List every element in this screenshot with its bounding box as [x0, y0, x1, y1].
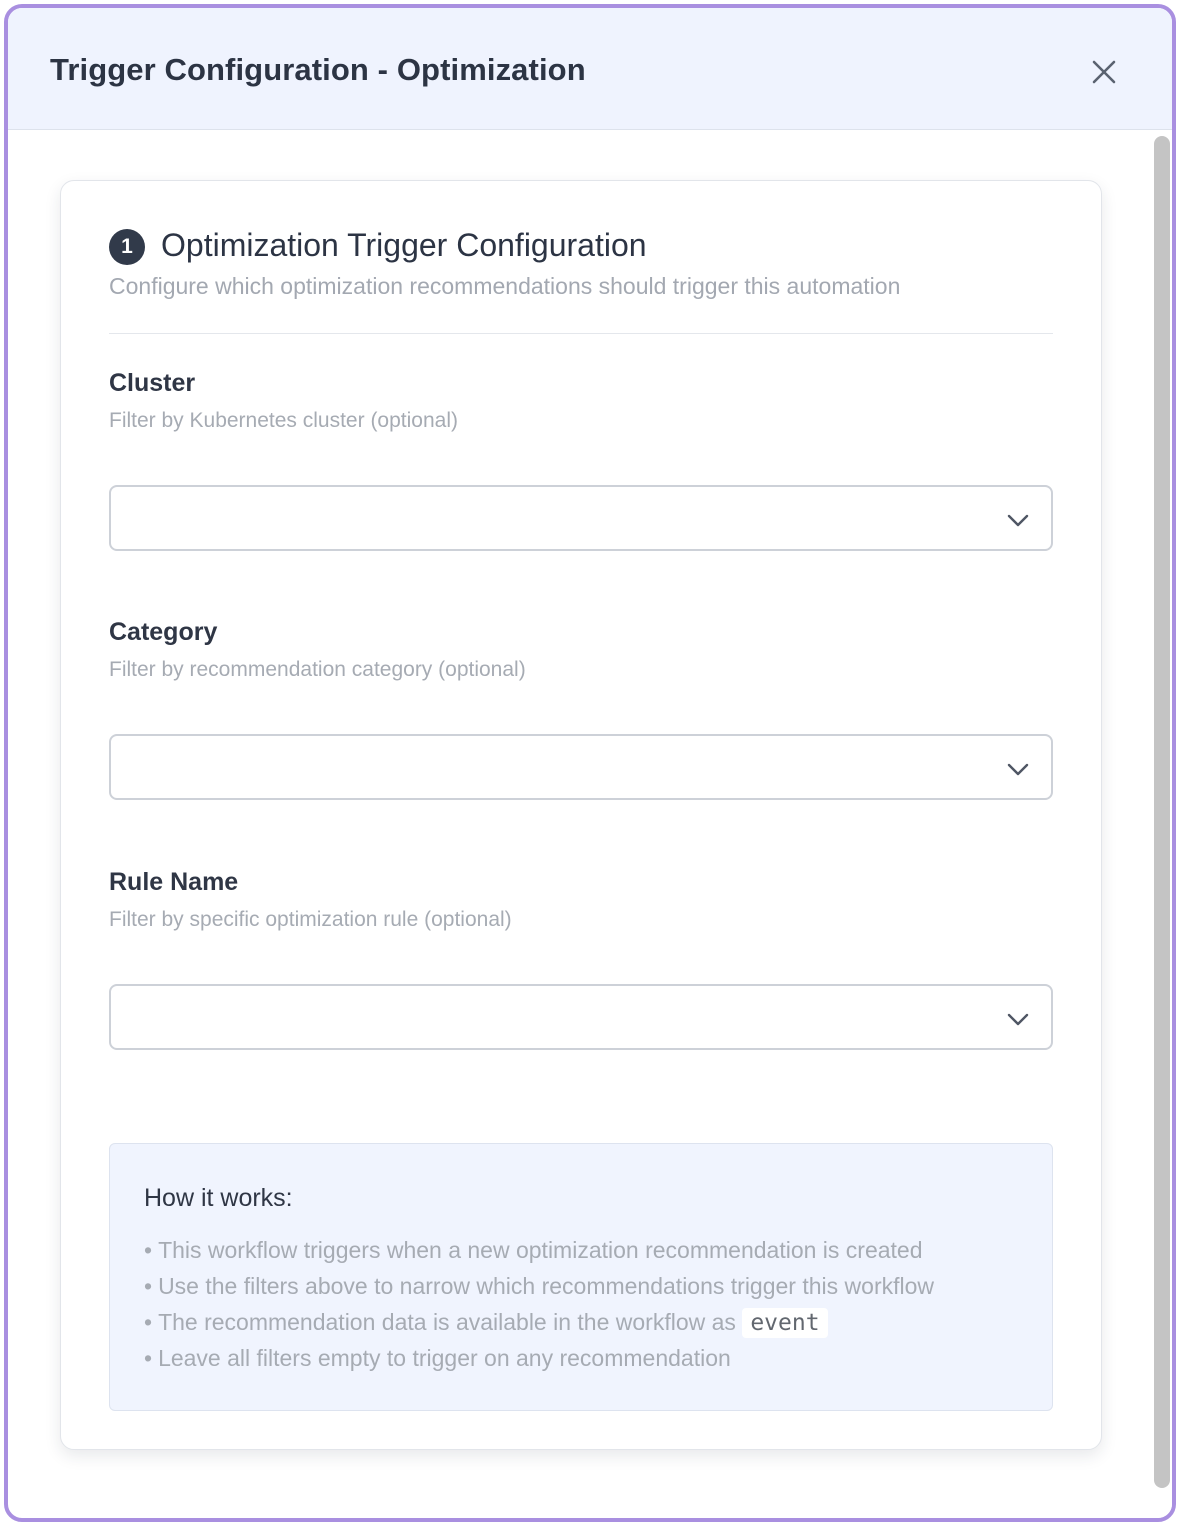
list-item-text: This workflow triggers when a new optimi… — [158, 1237, 923, 1263]
section-divider — [109, 333, 1053, 334]
bullet: • — [144, 1345, 153, 1371]
trigger-config-modal: Trigger Configuration - Optimization 1 O… — [4, 4, 1176, 1522]
list-item: • The recommendation data is available in… — [144, 1308, 934, 1344]
modal-title: Trigger Configuration - Optimization — [50, 52, 586, 87]
close-icon — [1092, 60, 1116, 84]
chevron-down-icon — [1007, 514, 1029, 527]
cluster-help: Filter by Kubernetes cluster (optional) — [109, 409, 458, 432]
category-label: Category — [109, 618, 218, 646]
modal-header: Trigger Configuration - Optimization — [8, 8, 1172, 130]
trigger-config-card: 1 Optimization Trigger Configuration Con… — [60, 180, 1102, 1450]
rule-name-help: Filter by specific optimization rule (op… — [109, 908, 512, 931]
how-it-works-list: • This workflow triggers when a new optim… — [144, 1236, 934, 1380]
cluster-select[interactable] — [109, 485, 1053, 551]
bullet: • — [144, 1309, 153, 1335]
cluster-label: Cluster — [109, 369, 196, 397]
section-title: Optimization Trigger Configuration — [161, 227, 647, 263]
list-item: • Use the filters above to narrow which r… — [144, 1272, 934, 1308]
chevron-down-icon — [1007, 1013, 1029, 1026]
list-item-text: Leave all filters empty to trigger on an… — [158, 1345, 731, 1371]
event-code-chip: event — [742, 1308, 828, 1338]
section-subtitle: Configure which optimization recommendat… — [109, 273, 901, 299]
list-item: • This workflow triggers when a new optim… — [144, 1236, 934, 1272]
list-item-text: Use the filters above to narrow which re… — [158, 1273, 934, 1299]
close-button[interactable] — [1086, 54, 1122, 90]
step-badge: 1 — [109, 229, 145, 265]
category-help: Filter by recommendation category (optio… — [109, 658, 526, 681]
how-it-works-box: How it works: • This workflow triggers wh… — [109, 1143, 1053, 1411]
bullet: • — [144, 1237, 153, 1263]
how-it-works-title: How it works: — [144, 1184, 293, 1212]
bullet: • — [144, 1273, 153, 1299]
rule-name-select[interactable] — [109, 984, 1053, 1050]
chevron-down-icon — [1007, 763, 1029, 776]
category-select[interactable] — [109, 734, 1053, 800]
rule-name-label: Rule Name — [109, 868, 239, 896]
list-item-text: The recommendation data is available in … — [158, 1309, 736, 1335]
scrollbar-thumb[interactable] — [1154, 136, 1170, 1488]
list-item: • Leave all filters empty to trigger on a… — [144, 1344, 934, 1380]
